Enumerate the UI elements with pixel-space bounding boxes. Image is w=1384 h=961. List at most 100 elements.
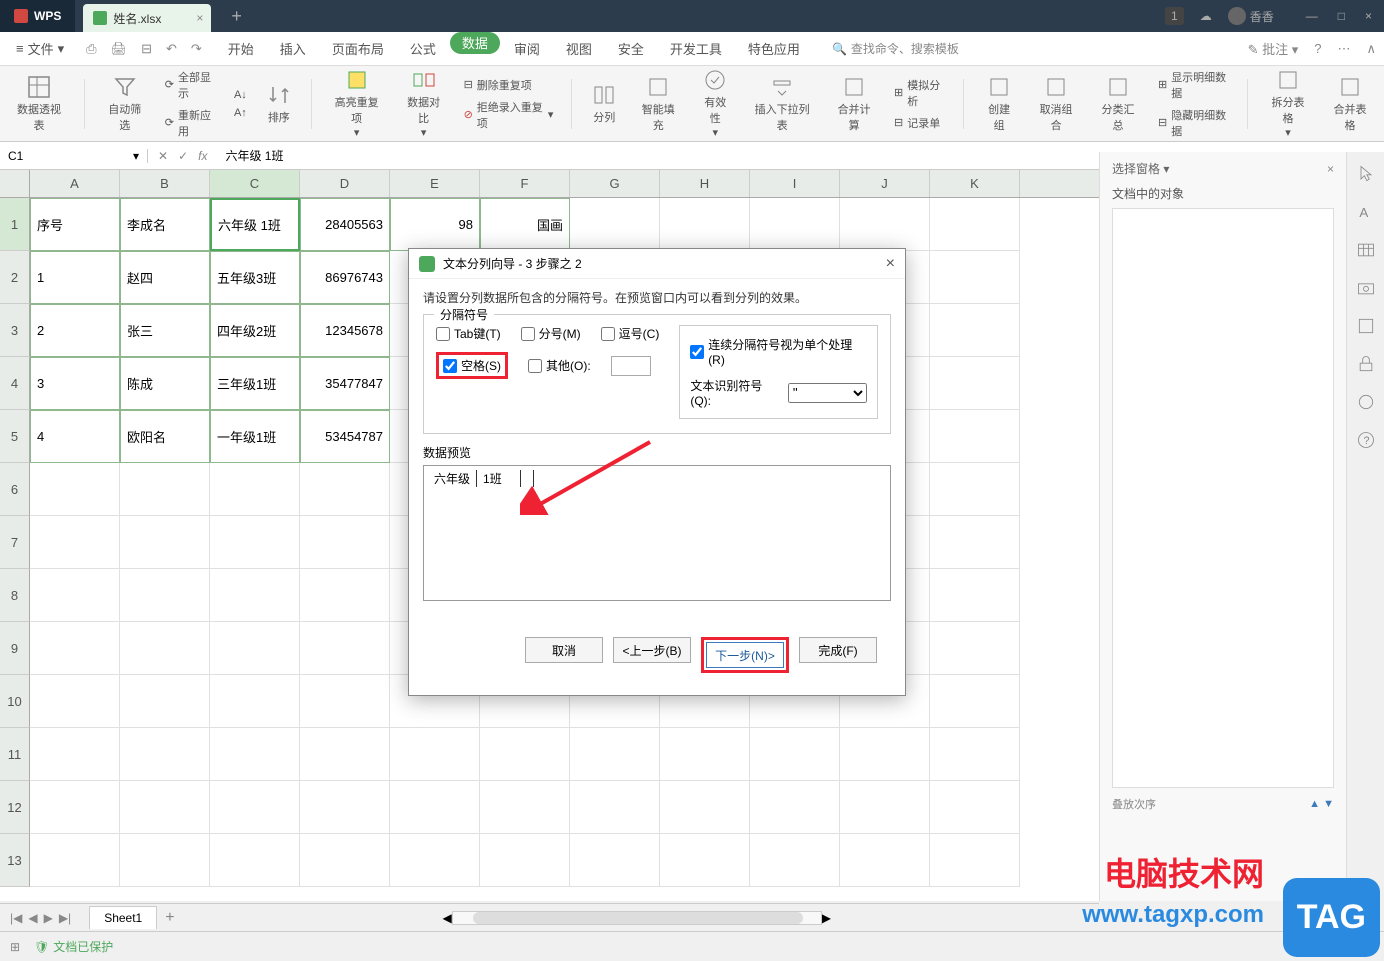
cell[interactable]: 欧阳名 xyxy=(120,410,210,463)
tab-review[interactable]: 审阅 xyxy=(502,32,552,66)
row-header[interactable]: 12 xyxy=(0,781,30,834)
row-header[interactable]: 3 xyxy=(0,304,30,357)
pointer-icon[interactable] xyxy=(1356,164,1376,184)
cell[interactable]: 李成名 xyxy=(120,198,210,251)
semicolon-checkbox[interactable]: 分号(M) xyxy=(521,325,581,342)
sort-desc-button[interactable]: A↑ xyxy=(230,105,251,121)
cell[interactable] xyxy=(120,834,210,887)
cell[interactable] xyxy=(660,781,750,834)
cell[interactable] xyxy=(210,781,300,834)
row-header[interactable]: 11 xyxy=(0,728,30,781)
consolidate-button[interactable]: 合并计算 xyxy=(828,71,880,137)
cell[interactable]: 2 xyxy=(30,304,120,357)
analysis-icon[interactable] xyxy=(1356,316,1376,336)
prev-sheet-icon[interactable]: ◀ xyxy=(28,911,37,925)
help-icon[interactable]: ? xyxy=(1356,430,1376,450)
cell[interactable] xyxy=(480,728,570,781)
collapse-icon[interactable]: ∧ xyxy=(1366,41,1376,57)
col-header-f[interactable]: F xyxy=(480,170,570,197)
dialog-close-icon[interactable]: × xyxy=(886,255,895,273)
cell[interactable] xyxy=(120,516,210,569)
sort-button[interactable]: 排序 xyxy=(261,79,297,129)
app-logo[interactable]: WPS xyxy=(0,0,75,32)
row-header[interactable]: 9 xyxy=(0,622,30,675)
help-icon[interactable]: ? xyxy=(1314,41,1321,56)
cell[interactable]: 国画 xyxy=(480,198,570,251)
cell[interactable] xyxy=(390,781,480,834)
sort-asc-button[interactable]: A↓ xyxy=(230,87,251,103)
cell[interactable]: 五年级3班 xyxy=(210,251,300,304)
cell[interactable] xyxy=(300,834,390,887)
badge-icon[interactable]: 1 xyxy=(1165,7,1184,25)
add-sheet-button[interactable]: + xyxy=(165,909,174,927)
scroll-right-icon[interactable]: ▶ xyxy=(822,911,831,925)
cell[interactable] xyxy=(930,198,1020,251)
cell[interactable]: 三年级1班 xyxy=(210,357,300,410)
row-header[interactable]: 8 xyxy=(0,569,30,622)
cell[interactable]: 53454787 xyxy=(300,410,390,463)
col-header-c[interactable]: C xyxy=(210,170,300,197)
document-tab[interactable]: 姓名.xlsx × xyxy=(83,4,211,32)
tab-data[interactable]: 数据 xyxy=(450,32,500,54)
cell[interactable] xyxy=(930,357,1020,410)
cell[interactable]: 1 xyxy=(30,251,120,304)
cell[interactable] xyxy=(30,569,120,622)
col-header-h[interactable]: H xyxy=(660,170,750,197)
tab-developer[interactable]: 开发工具 xyxy=(658,32,734,66)
objects-list[interactable] xyxy=(1112,208,1334,788)
tab-view[interactable]: 视图 xyxy=(554,32,604,66)
cell[interactable] xyxy=(750,198,840,251)
tab-security[interactable]: 安全 xyxy=(606,32,656,66)
cell[interactable] xyxy=(570,781,660,834)
cell[interactable] xyxy=(840,834,930,887)
style-icon[interactable]: A xyxy=(1356,202,1376,222)
smart-fill-button[interactable]: 智能填充 xyxy=(632,71,684,137)
cell[interactable] xyxy=(930,622,1020,675)
ungroup-button[interactable]: 取消组合 xyxy=(1030,71,1082,137)
other-delimiter-input[interactable] xyxy=(611,356,651,376)
cell[interactable]: 四年级2班 xyxy=(210,304,300,357)
cell[interactable] xyxy=(390,728,480,781)
cell[interactable] xyxy=(570,834,660,887)
cell[interactable] xyxy=(390,834,480,887)
space-checkbox[interactable]: 空格(S) xyxy=(443,357,501,374)
comma-checkbox[interactable]: 逗号(C) xyxy=(601,325,660,342)
row-header[interactable]: 1 xyxy=(0,198,30,251)
row-header[interactable]: 13 xyxy=(0,834,30,887)
name-box[interactable]: C1 ▾ xyxy=(0,149,148,163)
cell[interactable] xyxy=(210,834,300,887)
col-header-e[interactable]: E xyxy=(390,170,480,197)
cell[interactable] xyxy=(930,569,1020,622)
cell[interactable] xyxy=(930,516,1020,569)
show-detail-button[interactable]: ⊞显示明细数据 xyxy=(1154,67,1233,103)
dialog-titlebar[interactable]: 文本分列向导 - 3 步骤之 2 × xyxy=(409,249,905,279)
pane-close-icon[interactable]: × xyxy=(1327,162,1334,176)
validity-button[interactable]: 有效性 ▾ xyxy=(694,64,736,143)
cell[interactable] xyxy=(750,728,840,781)
cell[interactable]: 28405563 xyxy=(300,198,390,251)
preview-icon[interactable]: ⊟ xyxy=(141,41,152,57)
cell[interactable] xyxy=(210,622,300,675)
cell[interactable]: 赵四 xyxy=(120,251,210,304)
cell[interactable] xyxy=(30,834,120,887)
cell[interactable] xyxy=(840,781,930,834)
remove-dup-button[interactable]: ⊟删除重复项 xyxy=(460,75,558,95)
cell[interactable] xyxy=(210,463,300,516)
minimize-icon[interactable]: — xyxy=(1306,9,1318,23)
cell[interactable] xyxy=(300,781,390,834)
cell[interactable] xyxy=(210,516,300,569)
cell[interactable] xyxy=(300,569,390,622)
cell[interactable]: 一年级1班 xyxy=(210,410,300,463)
group-button[interactable]: 创建组 xyxy=(978,71,1020,137)
cell[interactable]: 陈成 xyxy=(120,357,210,410)
next-button[interactable]: 下一步(N)> xyxy=(706,642,784,668)
col-header-j[interactable]: J xyxy=(840,170,930,197)
last-sheet-icon[interactable]: ▶| xyxy=(59,911,71,925)
move-up-icon[interactable]: ▲ xyxy=(1309,798,1320,810)
search-box[interactable]: 🔍 查找命令、搜索模板 xyxy=(832,40,959,57)
cell[interactable] xyxy=(930,834,1020,887)
file-menu[interactable]: ≡ 文件 ▾ xyxy=(8,39,72,58)
first-sheet-icon[interactable]: |◀ xyxy=(10,911,22,925)
cell[interactable] xyxy=(120,622,210,675)
sheet-tab-1[interactable]: Sheet1 xyxy=(89,906,157,929)
